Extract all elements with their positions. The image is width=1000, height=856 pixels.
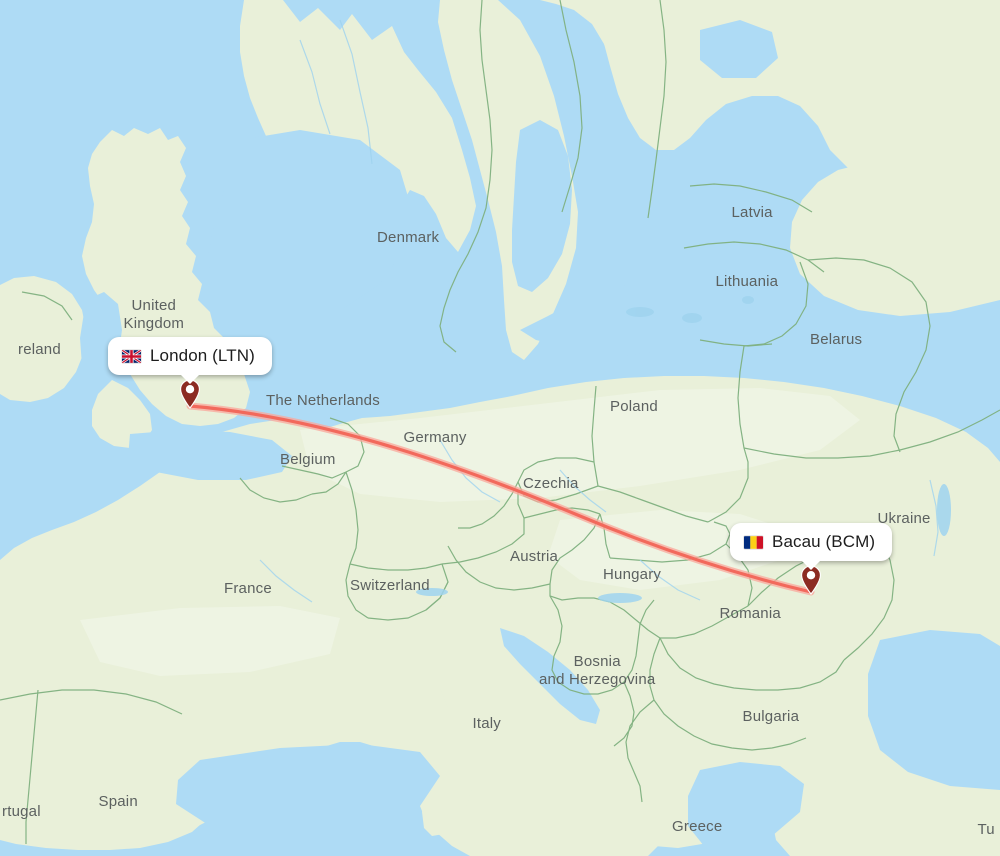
gb-flag-icon (122, 349, 141, 363)
flight-route-map[interactable]: reland United Kingdom Denmark Latvia Lithuan… (0, 0, 1000, 856)
callout-tail (801, 560, 822, 570)
airport-label-destination: Bacau (BCM) (772, 532, 876, 551)
pin-body-icon (180, 379, 200, 409)
pin-hole-icon (185, 385, 195, 394)
ro-flag-icon (744, 535, 763, 549)
map-canvas (0, 0, 1000, 856)
airport-label-origin: London (LTN) (150, 346, 255, 365)
pin-body-icon (801, 565, 821, 595)
airport-callout-origin[interactable]: London (LTN) (108, 337, 272, 384)
airport-callout-destination[interactable]: Bacau (BCM) (730, 523, 893, 570)
callout-tail (179, 374, 200, 384)
pin-hole-icon (806, 571, 816, 580)
